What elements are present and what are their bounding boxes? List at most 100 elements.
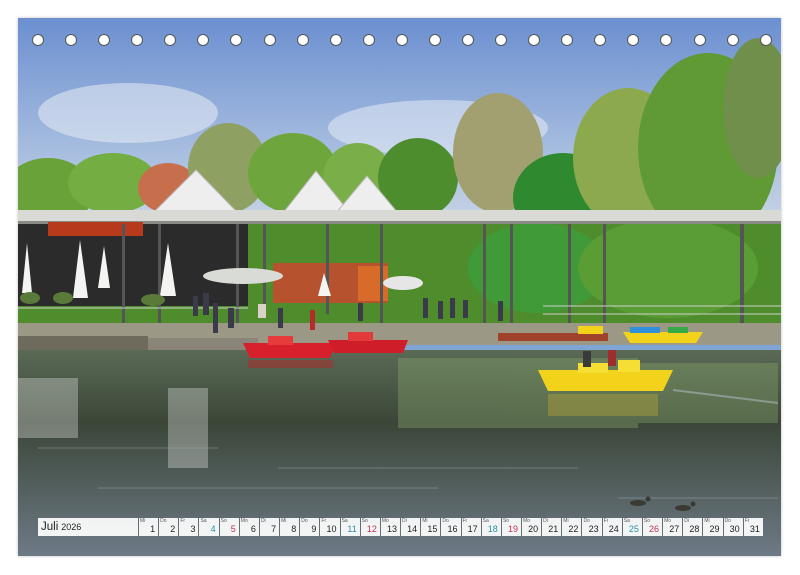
weekday-label: Di <box>402 518 407 524</box>
calendar-day: Do 2 <box>159 518 179 536</box>
calendar-day: Fr 3 <box>179 518 199 536</box>
calendar-day: Mi 8 <box>280 518 300 536</box>
weekday-label: Di <box>684 518 689 524</box>
calendar-day: Fr 10 <box>320 518 340 536</box>
day-number: 17 <box>467 524 478 534</box>
calendar-day: Sa 18 <box>481 518 501 536</box>
weekday-label: Fr <box>603 518 609 524</box>
weekday-label: Fr <box>180 518 186 524</box>
day-number: 10 <box>326 524 337 534</box>
day-number: 13 <box>387 524 398 534</box>
weekday-label: Fr <box>462 518 468 524</box>
day-number: 1 <box>150 524 156 534</box>
month-name: Juli <box>41 521 59 533</box>
day-number: 11 <box>347 524 357 534</box>
calendar-page: Juli 2026 Mi 1 Do 2 Fr 3 Sa 4 So 5 Mo 6 Di 7 Mi 8 Do 9 Fr 1… <box>18 18 781 556</box>
weekday-label: So <box>220 518 227 524</box>
binding-hole <box>528 34 541 46</box>
day-number: 28 <box>689 524 700 534</box>
calendar-day: Fr 24 <box>602 518 622 536</box>
day-number: 24 <box>608 524 619 534</box>
calendar-day: So 26 <box>642 518 663 536</box>
calendar-day: So 5 <box>219 518 239 536</box>
binding-hole <box>395 34 408 46</box>
weekday-label: Fr <box>321 518 327 524</box>
calendar-day: So 12 <box>360 518 380 536</box>
calendar-day: Mo 27 <box>663 518 683 536</box>
calendar-day: So 19 <box>501 518 521 536</box>
calendar-day: Mo 20 <box>521 518 542 536</box>
binding-hole <box>65 34 78 46</box>
day-number: 29 <box>709 524 720 534</box>
weekday-label: Di <box>543 518 548 524</box>
day-number: 19 <box>507 524 518 534</box>
day-number: 30 <box>729 524 740 534</box>
day-number: 5 <box>230 524 236 534</box>
binding-hole <box>230 34 243 46</box>
weekday-label: Sa <box>200 518 207 524</box>
binding-hole <box>131 34 144 46</box>
day-number: 22 <box>568 524 579 534</box>
day-number: 8 <box>291 524 297 534</box>
day-number: 27 <box>669 524 680 534</box>
day-number: 9 <box>311 524 317 534</box>
day-number: 31 <box>749 524 760 534</box>
weekday-label: Mi <box>281 518 287 524</box>
binding-hole <box>495 34 508 46</box>
weekday-label: Do <box>301 518 308 524</box>
calendar-day: Sa 4 <box>199 518 219 536</box>
calendar-day: Di 7 <box>259 518 280 536</box>
binding-hole <box>759 34 772 46</box>
day-number: 2 <box>170 524 176 534</box>
binding-hole <box>726 34 739 46</box>
binding-hole <box>561 34 574 46</box>
binding-hole <box>32 34 44 46</box>
calendar-strip: Juli 2026 Mi 1 Do 2 Fr 3 Sa 4 So 5 Mo 6 Di 7 Mi 8 Do 9 Fr 1… <box>38 518 763 536</box>
binding-holes <box>32 34 772 50</box>
day-number: 18 <box>487 524 498 534</box>
day-number: 25 <box>628 524 639 534</box>
day-number: 14 <box>407 524 418 534</box>
binding-hole <box>329 34 342 46</box>
day-number: 3 <box>190 524 196 534</box>
weekday-label: Mi <box>140 518 146 524</box>
binding-hole <box>693 34 706 46</box>
restaurant-building <box>18 224 248 306</box>
calendar-day: Do 23 <box>582 518 602 536</box>
year: 2026 <box>61 522 82 532</box>
binding-hole <box>296 34 309 46</box>
calendar-day: Mi 15 <box>421 518 441 536</box>
day-number: 12 <box>366 524 377 534</box>
calendar-day: Fr 31 <box>743 518 763 536</box>
binding-hole <box>197 34 210 46</box>
calendar-day: Di 21 <box>542 518 562 536</box>
calendar-day: Do 16 <box>441 518 461 536</box>
calendar-day: Sa 11 <box>340 518 360 536</box>
day-number: 6 <box>250 524 256 534</box>
lake-photo <box>18 18 781 556</box>
binding-hole <box>164 34 177 46</box>
calendar-day: Mo 13 <box>380 518 401 536</box>
day-number: 26 <box>649 524 660 534</box>
day-number: 23 <box>588 524 599 534</box>
day-number: 4 <box>210 524 216 534</box>
calendar-day: Do 30 <box>723 518 743 536</box>
calendar-day: Mi 1 <box>139 518 159 536</box>
day-number: 21 <box>548 524 559 534</box>
binding-hole <box>362 34 375 46</box>
weekday-label: Do <box>160 518 167 524</box>
binding-hole <box>428 34 441 46</box>
binding-hole <box>627 34 640 46</box>
month-label: Juli 2026 <box>38 518 138 536</box>
binding-hole <box>98 34 111 46</box>
calendar-day: Do 9 <box>300 518 320 536</box>
calendar-day: Fr 17 <box>461 518 481 536</box>
weekday-label: Di <box>260 518 266 524</box>
calendar-day: Sa 25 <box>622 518 642 536</box>
day-number: 15 <box>427 524 438 534</box>
pavilion-roof <box>18 210 781 222</box>
day-number: 16 <box>447 524 458 534</box>
calendar-day: Di 14 <box>401 518 421 536</box>
binding-hole <box>263 34 276 46</box>
calendar-day: Mo 6 <box>239 518 259 536</box>
